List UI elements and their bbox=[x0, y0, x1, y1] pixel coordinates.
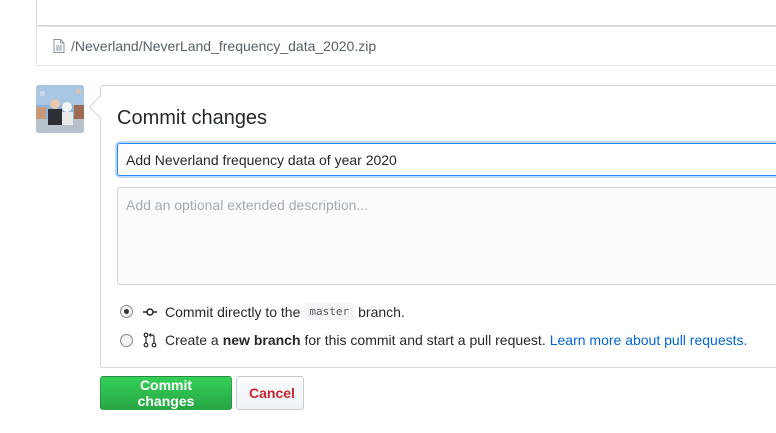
commit-direct-option[interactable]: Commit directly to the master branch. bbox=[120, 303, 405, 320]
cancel-button[interactable]: Cancel bbox=[236, 376, 304, 410]
commit-form-title: Commit changes bbox=[117, 107, 268, 129]
git-pull-request-icon bbox=[143, 332, 157, 348]
new-branch-bold: new branch bbox=[222, 332, 301, 348]
upload-area bbox=[36, 0, 776, 26]
new-branch-radio[interactable] bbox=[120, 333, 133, 347]
commit-direct-text: Commit directly to the bbox=[165, 303, 301, 320]
commit-direct-text-after: branch. bbox=[358, 303, 405, 320]
git-commit-icon bbox=[143, 307, 157, 316]
file-icon bbox=[53, 39, 65, 53]
commit-changes-button[interactable]: Commit changes bbox=[100, 376, 232, 410]
new-branch-text-after: for this commit and start a pull request… bbox=[304, 332, 546, 348]
avatar[interactable] bbox=[36, 85, 84, 133]
new-branch-option[interactable]: Create a new branch for this commit and … bbox=[120, 332, 747, 348]
branch-name-badge: master bbox=[304, 303, 355, 320]
new-branch-text: Create a bbox=[165, 332, 219, 348]
file-row: /Neverland/NeverLand_frequency_data_2020… bbox=[36, 26, 776, 66]
avatar-image bbox=[36, 85, 84, 133]
commit-page: /Neverland/NeverLand_frequency_data_2020… bbox=[0, 0, 776, 433]
commit-direct-radio[interactable] bbox=[120, 305, 133, 318]
commit-summary-input[interactable] bbox=[117, 143, 776, 176]
learn-more-link[interactable]: Learn more about pull requests. bbox=[550, 332, 748, 348]
commit-description-input[interactable] bbox=[117, 187, 776, 285]
file-path: /Neverland/NeverLand_frequency_data_2020… bbox=[71, 38, 377, 54]
